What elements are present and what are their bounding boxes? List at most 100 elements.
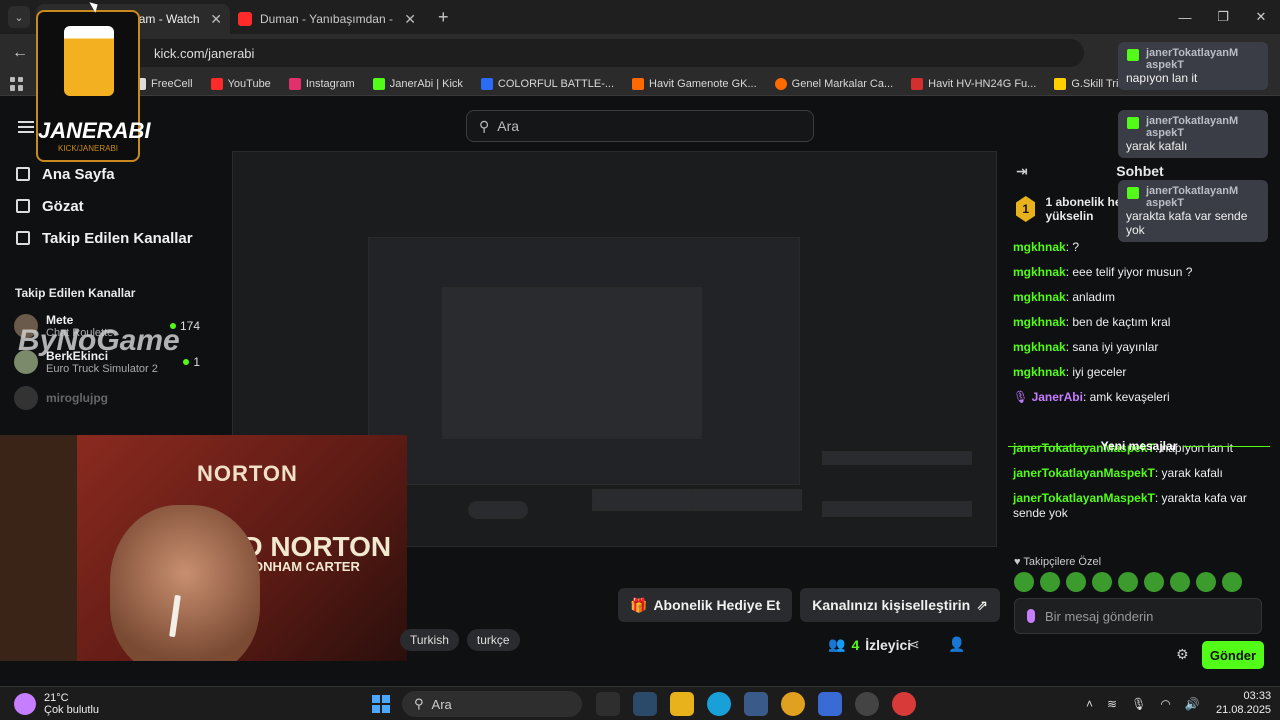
- customize-channel-button[interactable]: Kanalınızı kişiselleştirin ⇗: [800, 588, 1000, 622]
- chat-user[interactable]: mgkhnak: [1013, 340, 1066, 354]
- mic-icon[interactable]: 🎙: [1131, 697, 1146, 711]
- tab-youtube[interactable]: Duman - Yanıbaşımdan - YouTu ✕: [230, 4, 424, 34]
- search-icon: ⚲: [414, 696, 424, 711]
- store-icon[interactable]: [744, 692, 768, 716]
- app-icon[interactable]: [892, 692, 916, 716]
- chat-message: mgkhnak: sana iyi yayınlar: [1013, 340, 1159, 354]
- emote-icon[interactable]: [1092, 572, 1112, 592]
- button-label: Kanalınızı kişiselleştirin: [812, 597, 971, 613]
- bookmark-item[interactable]: JanerAbi | Kick: [372, 77, 463, 90]
- sidebar-item-browse[interactable]: Gözat: [0, 190, 214, 222]
- tag-turkce[interactable]: turkçe: [466, 629, 520, 651]
- back-arrow-icon[interactable]: ←: [6, 44, 34, 62]
- chat-input[interactable]: Bir mesaj gönderin: [1014, 598, 1262, 634]
- close-tab-icon[interactable]: ✕: [210, 11, 222, 28]
- viewer-count-text: 1: [193, 355, 200, 369]
- bookmark-item[interactable]: COLORFUL BATTLE-...: [480, 77, 615, 90]
- close-window-icon[interactable]: ✕: [1242, 0, 1280, 34]
- bookmark-item[interactable]: Havit Gamenote GK...: [632, 77, 757, 90]
- channel-logo: JANERABI KICK/JANERABI: [36, 10, 150, 162]
- time: 03:33: [1243, 690, 1272, 702]
- emote-icon[interactable]: [1222, 572, 1242, 592]
- apps-icon[interactable]: [10, 76, 24, 91]
- windows-start-icon[interactable]: [372, 695, 390, 713]
- chat-message: mgkhnak: eee telif yiyor musun ?: [1013, 265, 1193, 279]
- restore-icon[interactable]: ❐: [1204, 0, 1242, 34]
- kick-page: ⚲ Ara Ana Sayfa Gözat Takip Edilen Kanal…: [0, 10, 1280, 686]
- bookmark-item[interactable]: FreeCell: [134, 77, 193, 90]
- watermark: ByNoGame: [18, 324, 180, 357]
- minimize-icon[interactable]: —: [1166, 0, 1204, 34]
- chat-user[interactable]: mgkhnak: [1013, 315, 1066, 329]
- emote-icon[interactable]: [1144, 572, 1164, 592]
- chat-user[interactable]: janerTokatlayanMaspekT: [1013, 466, 1155, 480]
- taskbar-search[interactable]: ⚲ Ara: [402, 691, 582, 717]
- collapse-chat-icon[interactable]: ⇥: [1016, 163, 1028, 180]
- chat-text: iyi geceler: [1072, 365, 1127, 379]
- emote-icon[interactable]: [1066, 572, 1086, 592]
- send-button[interactable]: Gönder: [1202, 641, 1264, 669]
- search-input[interactable]: ⚲ Ara: [466, 110, 814, 142]
- file-explorer-icon[interactable]: [670, 692, 694, 716]
- logo-subtext: KICK/JANERABI: [57, 144, 118, 153]
- close-tab-icon[interactable]: ✕: [404, 11, 416, 28]
- emote-icon[interactable]: [1014, 572, 1034, 592]
- obs-icon[interactable]: [855, 692, 879, 716]
- tag-turkish[interactable]: Turkish: [400, 629, 459, 651]
- emote-icon[interactable]: [1170, 572, 1190, 592]
- tab-search-button[interactable]: ⌄: [8, 6, 30, 28]
- live-dot-icon: [183, 359, 190, 365]
- edge-icon[interactable]: [707, 692, 731, 716]
- chat-user[interactable]: JanerAbi: [1032, 390, 1083, 404]
- bookmark-label: COLORFUL BATTLE-...: [497, 77, 615, 90]
- volume-icon[interactable]: 🔊: [1185, 697, 1200, 711]
- chat-user[interactable]: mgkhnak: [1013, 265, 1066, 279]
- emote-icon[interactable]: [1196, 572, 1216, 592]
- notification-text: napıyon lan it: [1126, 71, 1198, 85]
- notification-user: janerTokatlayanM aspekT: [1146, 115, 1239, 139]
- search-icon: ⚲: [479, 117, 490, 134]
- bookmark-icon: [1054, 77, 1067, 90]
- youtube-icon: [238, 12, 252, 26]
- new-tab-button[interactable]: +: [438, 7, 449, 28]
- avatar: [14, 386, 38, 410]
- chat-user[interactable]: mgkhnak: [1013, 240, 1066, 254]
- menu-icon[interactable]: [18, 118, 34, 136]
- clock[interactable]: 03:33 21.08.2025: [1216, 689, 1271, 717]
- task-view-icon[interactable]: [596, 692, 620, 716]
- gear-icon[interactable]: ⚙: [1176, 646, 1189, 663]
- chat-text: amk kevaşeleri: [1089, 390, 1170, 404]
- chat-messages: mgkhnak: ? mgkhnak: eee telif yiyor musu…: [1000, 228, 1280, 521]
- chat-notification[interactable]: janerTokatlayanM aspekT napıyon lan it: [1118, 42, 1268, 90]
- app-icon[interactable]: [818, 692, 842, 716]
- chat-notification[interactable]: janerTokatlayanM aspekT yarakta kafa var…: [1118, 180, 1268, 242]
- follow-user-icon[interactable]: 👤: [948, 636, 965, 653]
- share-icon[interactable]: ⋖: [908, 636, 920, 653]
- sidebar-item-label: Ana Sayfa: [42, 165, 115, 183]
- followed-channel[interactable]: miroglujpg: [0, 380, 214, 416]
- network-icon[interactable]: ≋: [1107, 697, 1117, 711]
- emote-icon[interactable]: [1040, 572, 1060, 592]
- temperature: 21°C: [44, 691, 69, 704]
- chrome-icon[interactable]: [781, 692, 805, 716]
- url-field[interactable]: kick.com/janerabi: [124, 39, 1084, 67]
- wifi-icon[interactable]: ◠: [1160, 697, 1170, 711]
- chat-notification[interactable]: janerTokatlayanM aspekT yarak kafalı: [1118, 110, 1268, 158]
- bookmark-item[interactable]: Havit HV-HN24G Fu...: [911, 77, 1036, 90]
- emote-icon[interactable]: [1118, 572, 1138, 592]
- sidebar-item-following[interactable]: Takip Edilen Kanallar: [0, 222, 214, 254]
- chat-user[interactable]: mgkhnak: [1013, 290, 1066, 304]
- chat-user[interactable]: janerTokatlayanMaspekT: [1013, 491, 1155, 505]
- chat-user[interactable]: mgkhnak: [1013, 365, 1066, 379]
- weather-widget[interactable]: 21°C Çok bulutlu: [0, 692, 300, 716]
- new-messages-divider[interactable]: Yeni mesajlar: [1008, 436, 1270, 456]
- sidebar-item-home[interactable]: Ana Sayfa: [0, 158, 214, 190]
- app-icon[interactable]: [633, 692, 657, 716]
- chevron-up-icon[interactable]: ˄: [1086, 697, 1093, 711]
- gift-sub-button[interactable]: 🎁 Abonelik Hediye Et: [618, 588, 793, 622]
- bookmark-item[interactable]: Instagram: [288, 77, 355, 90]
- heart-icon: ♥: [1014, 556, 1021, 568]
- bookmark-item[interactable]: YouTube: [210, 77, 271, 90]
- bookmark-item[interactable]: Genel Markalar Ca...: [774, 77, 893, 90]
- rank-badge-icon: 1: [1016, 196, 1036, 222]
